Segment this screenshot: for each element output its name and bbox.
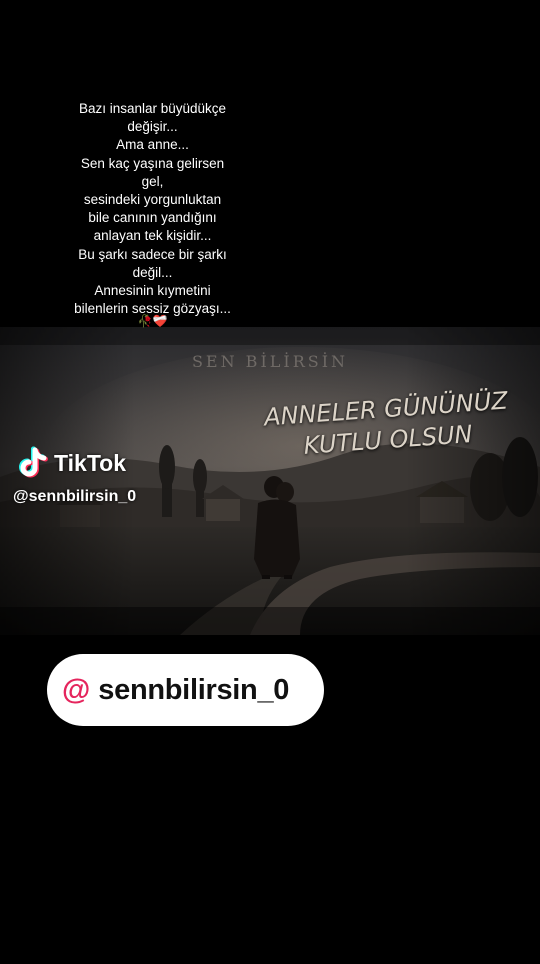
- caption-line: Sen kaç yaşına gelirsen: [80, 155, 225, 171]
- mention-sticker[interactable]: @ sennbilirsin_0: [47, 654, 324, 726]
- caption-line: bile canının yandığını: [88, 210, 217, 226]
- at-symbol-icon: @: [62, 673, 91, 706]
- caption-emoji: 🥀❤️‍🩹: [137, 314, 168, 329]
- caption-line: Bazı insanlar büyüdükçe: [78, 101, 227, 116]
- caption-line: Annesinin kıymetini: [94, 283, 211, 299]
- caption-line: gel,: [141, 173, 164, 189]
- video-caption: Bazı insanlar büyüdükçe değişir... Ama a…: [10, 100, 295, 328]
- tiktok-note-icon: [19, 446, 48, 478]
- mention-username: sennbilirsin_0: [98, 673, 290, 706]
- caption-line: Ama anne...: [116, 137, 189, 153]
- tiktok-watermark: TikTok @sennbilirsin_0: [13, 446, 137, 506]
- video-watermark-title: SEN BİLİRSİN: [191, 352, 349, 371]
- caption-line: değişir...: [127, 119, 178, 135]
- tiktok-handle: @sennbilirsin_0: [13, 488, 137, 505]
- caption-line: sesindeki yorgunluktan: [83, 192, 222, 208]
- caption-line: değil...: [132, 264, 173, 280]
- tiktok-brand-name: TikTok: [54, 449, 126, 476]
- caption-line: Bu şarkı sadece bir şarkı: [78, 246, 227, 262]
- caption-line: anlayan tek kişidir...: [93, 228, 212, 244]
- video-screen[interactable]: SEN BİLİRSİN ANNELER GÜNÜNÜZ KUTLU OLSUN…: [0, 0, 540, 964]
